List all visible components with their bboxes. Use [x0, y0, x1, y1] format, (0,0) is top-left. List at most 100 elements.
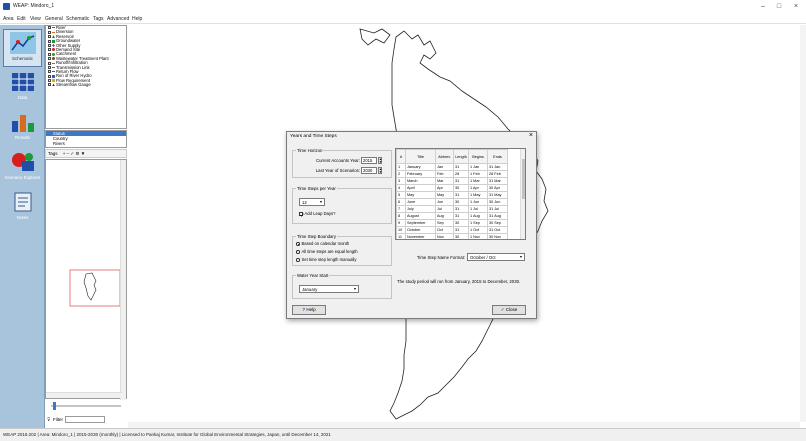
checkbox[interactable]: [48, 65, 51, 69]
table-row[interactable]: 1 January Jan 31 1 Jan 31 Jan: [396, 163, 508, 171]
menu-advanced[interactable]: Advanced: [107, 16, 129, 22]
table-cell[interactable]: 31 Aug: [487, 212, 508, 220]
table-row[interactable]: 4 April Apr 30 1 Apr 30 Apr: [396, 184, 508, 192]
table-row[interactable]: 5 May May 31 1 May 31 May: [396, 191, 508, 199]
table-cell[interactable]: January: [405, 163, 436, 171]
checkbox[interactable]: [48, 83, 51, 87]
view-data-button[interactable]: Data: [3, 69, 42, 107]
table-cell[interactable]: 31 May: [487, 191, 508, 199]
table-cell[interactable]: Mar: [435, 177, 454, 185]
menu-edit[interactable]: Edit: [17, 16, 26, 22]
table-cell[interactable]: 2: [396, 170, 406, 178]
overview-vertical-scrollbar[interactable]: [120, 160, 126, 400]
menu-help[interactable]: Help: [132, 16, 142, 22]
table-row[interactable]: 6 June Jun 30 1 Jun 30 Jun: [396, 198, 508, 206]
table-cell[interactable]: 31 Jul: [487, 205, 508, 213]
table-cell[interactable]: 31: [453, 226, 469, 234]
table-cell[interactable]: 5: [396, 191, 406, 199]
table-cell[interactable]: October: [405, 226, 436, 234]
table-cell[interactable]: Apr: [435, 184, 454, 192]
table-cell[interactable]: 31: [453, 163, 469, 171]
table-cell[interactable]: 1 Mar: [468, 177, 488, 185]
table-cell[interactable]: March: [405, 177, 436, 185]
table-cell[interactable]: 30 Jun: [487, 198, 508, 206]
view-scenario-explorer-button[interactable]: Scenario Explorer: [3, 149, 42, 187]
minimize-button[interactable]: –: [758, 2, 768, 11]
table-cell[interactable]: 1 Sep: [468, 219, 488, 227]
table-cell[interactable]: 10: [396, 226, 406, 234]
checkbox[interactable]: [48, 35, 51, 39]
table-cell[interactable]: 1 Feb: [468, 170, 488, 178]
table-cell[interactable]: 30: [453, 184, 469, 192]
table-row[interactable]: 10 October Oct 31 1 Oct 31 Oct: [396, 226, 508, 234]
table-cell[interactable]: August: [405, 212, 436, 220]
menu-view[interactable]: View: [30, 16, 41, 22]
menu-area[interactable]: Area: [3, 16, 14, 22]
table-cell[interactable]: 30 Sep: [487, 219, 508, 227]
table-cell[interactable]: 31: [453, 177, 469, 185]
table-cell[interactable]: 31: [453, 191, 469, 199]
current-accounts-year-input[interactable]: 2015: [361, 157, 377, 164]
view-notes-button[interactable]: Notes: [3, 189, 42, 227]
table-cell[interactable]: 31: [453, 212, 469, 220]
boundary-calendar-radio[interactable]: Based on calendar month: [296, 241, 349, 246]
table-row[interactable]: 7 July Jul 31 1 Jul 31 Jul: [396, 205, 508, 213]
table-cell[interactable]: 11: [396, 233, 406, 239]
overview-map[interactable]: [46, 160, 122, 394]
table-cell[interactable]: 1 Apr: [468, 184, 488, 192]
scrollbar-thumb[interactable]: [522, 159, 525, 199]
table-cell[interactable]: 1 Jan: [468, 163, 488, 171]
boundary-manual-radio[interactable]: Set time step length manually: [296, 257, 356, 262]
menu-general[interactable]: General: [45, 16, 63, 22]
menu-tags[interactable]: Tags: [93, 16, 104, 22]
time-steps-select[interactable]: 12 ▼: [299, 198, 325, 206]
table-cell[interactable]: 31 Oct: [487, 226, 508, 234]
table-cell[interactable]: 9: [396, 219, 406, 227]
table-row[interactable]: 8 August Aug 31 1 Aug 31 Aug: [396, 212, 508, 220]
table-cell[interactable]: 1 May: [468, 191, 488, 199]
table-cell[interactable]: 30 Nov: [487, 233, 508, 239]
table-cell[interactable]: 8: [396, 212, 406, 220]
table-cell[interactable]: Oct: [435, 226, 454, 234]
zoom-slider[interactable]: [45, 400, 127, 412]
table-cell[interactable]: 7: [396, 205, 406, 213]
checkbox[interactable]: [48, 26, 51, 30]
table-cell[interactable]: April: [405, 184, 436, 192]
table-cell[interactable]: Jan: [435, 163, 454, 171]
table-vertical-scrollbar[interactable]: [520, 149, 525, 239]
maximize-button[interactable]: □: [774, 2, 784, 11]
menu-schematic[interactable]: Schematic: [66, 16, 89, 22]
table-cell[interactable]: 1 Jul: [468, 205, 488, 213]
overview-horizontal-scrollbar[interactable]: [46, 392, 122, 398]
table-cell[interactable]: Jun: [435, 198, 454, 206]
table-row[interactable]: 9 September Sep 30 1 Sep 30 Sep: [396, 219, 508, 227]
table-cell[interactable]: May: [405, 191, 436, 199]
table-row[interactable]: 11 November Nov 30 1 Nov 30 Nov: [396, 233, 508, 239]
table-cell[interactable]: 4: [396, 184, 406, 192]
checkbox[interactable]: [48, 70, 51, 74]
boundary-equal-radio[interactable]: All time steps are equal length: [296, 249, 358, 254]
checkbox[interactable]: [48, 57, 51, 61]
table-cell[interactable]: 30 Apr: [487, 184, 508, 192]
table-cell[interactable]: Jul: [435, 205, 454, 213]
table-row[interactable]: 2 February Feb 28 1 Feb 28 Feb: [396, 170, 508, 178]
tags-tools[interactable]: + – ✓ ⚙ ▼: [63, 151, 85, 156]
legend-item-streamflow-gauge[interactable]: Streamflow Gauge: [46, 82, 126, 87]
table-cell[interactable]: February: [405, 170, 436, 178]
current-accounts-spinner[interactable]: ▲ ▼: [378, 157, 382, 164]
table-cell[interactable]: 28: [453, 170, 469, 178]
checkbox[interactable]: [48, 39, 51, 43]
map-vertical-scrollbar[interactable]: [800, 25, 806, 422]
help-button[interactable]: ? Help: [292, 305, 326, 315]
checkbox[interactable]: [48, 43, 51, 47]
last-year-spinner[interactable]: ▲ ▼: [378, 167, 382, 174]
name-format-select[interactable]: October / Oct ▼: [467, 253, 525, 261]
close-window-button[interactable]: ×: [791, 2, 801, 11]
table-cell[interactable]: 1 Nov: [468, 233, 488, 239]
checkbox[interactable]: [48, 30, 51, 34]
table-cell[interactable]: 1: [396, 163, 406, 171]
table-cell[interactable]: 31 Mar: [487, 177, 508, 185]
checkbox[interactable]: [48, 48, 51, 52]
dialog-close-icon[interactable]: ×: [529, 132, 533, 139]
checkbox[interactable]: [48, 79, 51, 83]
